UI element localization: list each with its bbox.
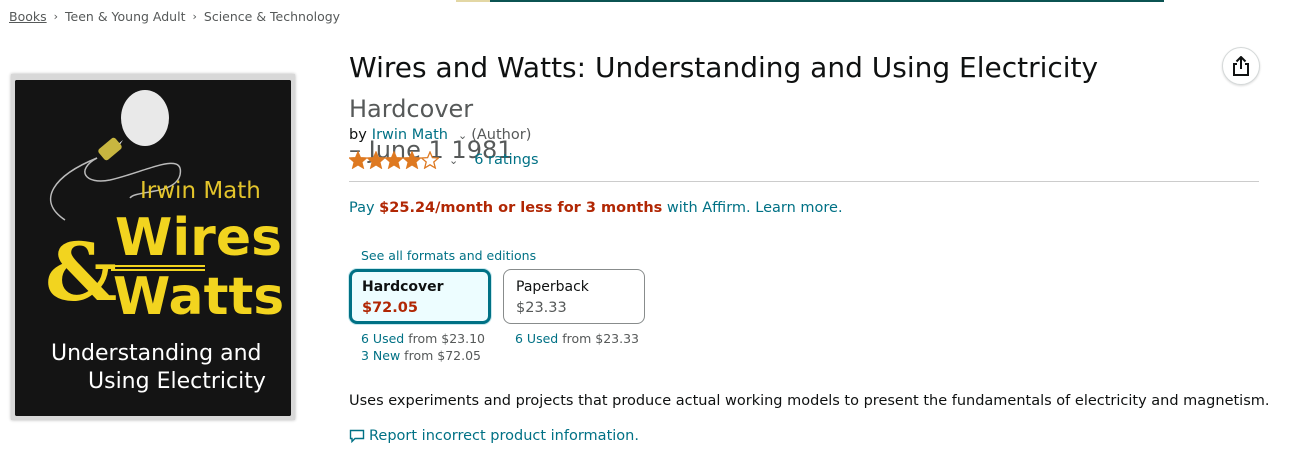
breadcrumb-teen-young-adult[interactable]: Teen & Young Adult	[65, 9, 185, 24]
breadcrumb: Books › Teen & Young Adult › Science & T…	[9, 9, 340, 24]
hardcover-new-offers-link[interactable]: 3 New	[361, 348, 400, 363]
offer-line: 6 Used from $23.33	[515, 330, 639, 347]
hardcover-used-offers-link[interactable]: 6 Used	[361, 331, 404, 346]
breadcrumb-books[interactable]: Books	[9, 9, 47, 24]
by-label: by	[349, 127, 367, 143]
report-incorrect-info-link[interactable]: Report incorrect product information.	[349, 428, 639, 444]
offer-from-price: from $23.10	[404, 331, 485, 346]
report-link-text: Report incorrect product information.	[369, 428, 639, 444]
chevron-right-icon: ›	[53, 10, 59, 23]
chevron-down-icon[interactable]: ⌄	[449, 154, 458, 167]
product-format: Hardcover	[349, 95, 474, 123]
format-hardcover-button[interactable]: Hardcover $72.05	[349, 269, 491, 324]
customer-rating[interactable]: ⌄ 6 ratings	[349, 151, 539, 169]
affirm-financing: Pay $25.24/month or less for 3 months wi…	[349, 200, 843, 216]
paperback-used-offers-link[interactable]: 6 Used	[515, 331, 558, 346]
header-strip	[490, 0, 1164, 2]
affirm-prefix: Pay	[349, 200, 375, 216]
cover-subtitle-line2: Using Electricity	[88, 369, 266, 394]
share-button[interactable]	[1222, 47, 1260, 85]
offer-from-price: from $72.05	[400, 348, 481, 363]
product-description: Uses experiments and projects that produ…	[349, 393, 1270, 409]
share-icon	[1233, 56, 1249, 76]
header-strip-accent	[456, 0, 490, 2]
format-paperback-button[interactable]: Paperback $23.33	[503, 269, 645, 324]
feedback-icon	[349, 429, 365, 443]
breadcrumb-science-technology[interactable]: Science & Technology	[204, 9, 340, 24]
star-filled-icon	[349, 151, 367, 169]
byline: by Irwin Math ⌄ (Author)	[349, 127, 531, 143]
hardcover-offers: 6 Used from $23.10 3 New from $72.05	[361, 330, 485, 364]
cover-subtitle-line1: Understanding and	[51, 341, 261, 366]
see-all-formats-link[interactable]: See all formats and editions	[361, 248, 536, 263]
author-role: (Author)	[471, 127, 532, 143]
product-title-text: Wires and Watts: Understanding and Using…	[349, 51, 1099, 84]
format-price: $23.33	[516, 300, 567, 316]
star-empty-icon	[421, 151, 439, 169]
affirm-learn-more-link[interactable]: with Affirm. Learn more.	[667, 200, 843, 216]
cover-title-ampersand: &	[45, 225, 117, 319]
chevron-down-icon[interactable]: ⌄	[458, 129, 467, 142]
ratings-count-link[interactable]: 6 ratings	[474, 152, 538, 168]
affirm-monthly-price: $25.24/month or less for 3 months	[379, 200, 663, 216]
offer-from-price: from $23.33	[558, 331, 639, 346]
star-filled-icon	[385, 151, 403, 169]
divider	[349, 181, 1259, 182]
offer-line: 3 New from $72.05	[361, 347, 485, 364]
cover-title-line2: Watts	[113, 267, 284, 327]
format-name: Hardcover	[362, 279, 444, 295]
format-name: Paperback	[516, 279, 589, 295]
star-filled-icon	[403, 151, 421, 169]
cover-author-text: Irwin Math	[140, 178, 261, 204]
book-cover-image[interactable]: Irwin Math Wires & Watts Understanding a…	[15, 80, 291, 416]
author-link[interactable]: Irwin Math	[372, 127, 448, 143]
offer-line: 6 Used from $23.10	[361, 330, 485, 347]
paperback-offers: 6 Used from $23.33	[515, 330, 639, 347]
cover-title-line1: Wires	[115, 208, 282, 268]
chevron-right-icon: ›	[192, 10, 197, 23]
star-filled-icon	[367, 151, 385, 169]
star-rating[interactable]	[349, 151, 439, 169]
format-price: $72.05	[362, 300, 418, 316]
